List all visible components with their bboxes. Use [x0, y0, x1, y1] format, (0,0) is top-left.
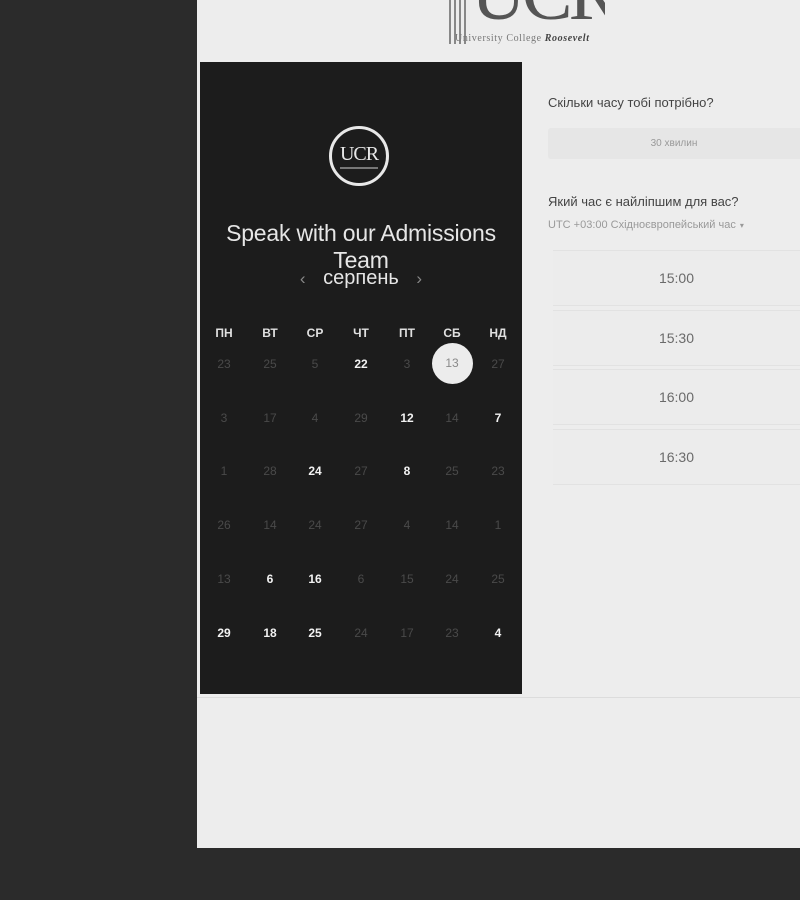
circle-logo-letters: UCR — [339, 143, 379, 165]
calendar-title: Speak with our Admissions Team — [226, 220, 496, 273]
unavailable-day: 23 — [445, 626, 459, 640]
unavailable-day: 4 — [403, 518, 411, 532]
weekday-label: ПТ — [399, 326, 415, 340]
circle-logo-tagline — [340, 167, 378, 169]
unavailable-day: 27 — [491, 357, 505, 371]
duration-button[interactable]: 30 хвилин — [548, 128, 800, 159]
unavailable-day: 25 — [263, 357, 277, 371]
unavailable-day: 28 — [263, 464, 277, 478]
unavailable-day: 14 — [263, 518, 277, 532]
unavailable-day: 23 — [491, 464, 505, 478]
unavailable-day: 6 — [357, 572, 365, 586]
unavailable-day: 3 — [403, 357, 411, 371]
unavailable-day: 1 — [494, 518, 502, 532]
weekday-label: ПН — [215, 326, 233, 340]
available-day[interactable]: 22 — [341, 357, 381, 371]
unavailable-day: 24 — [308, 518, 322, 532]
chevron-down-icon: ▾ — [739, 221, 744, 230]
unavailable-day: 24 — [445, 572, 459, 586]
month-label: серпень — [323, 267, 399, 289]
duration-question: Скільки часу тобі потрібно? — [548, 95, 714, 110]
month-navigation: ‹ серпень › — [200, 267, 522, 290]
unavailable-day: 29 — [354, 411, 368, 425]
unavailable-day: 4 — [311, 411, 319, 425]
weekday-label: ВТ — [262, 326, 278, 340]
divider — [197, 697, 800, 698]
available-day[interactable]: 18 — [250, 626, 290, 640]
unavailable-day: 27 — [354, 518, 368, 532]
time-slot-button[interactable]: 15:30 — [553, 309, 800, 366]
weekday-label: ЧТ — [353, 326, 369, 340]
unavailable-day: 25 — [445, 464, 459, 478]
unavailable-day: 23 — [217, 357, 231, 371]
available-day[interactable]: 12 — [387, 411, 427, 425]
weekday-label: НД — [489, 326, 507, 340]
time-slot-button[interactable]: 15:00 — [553, 250, 800, 306]
weekday-label: СБ — [443, 326, 461, 340]
unavailable-day: 27 — [354, 464, 368, 478]
selected-day[interactable]: 13 — [431, 343, 473, 384]
ucr-header-logo: UCR University College Roosevelt — [445, 0, 605, 48]
timezone-select[interactable]: UTC +03:00 Східноєвропейський час ▾ — [548, 219, 744, 231]
logo-mark: UCR — [471, 0, 605, 32]
unavailable-day: 14 — [445, 518, 459, 532]
unavailable-day: 5 — [311, 357, 319, 371]
unavailable-day: 14 — [445, 411, 459, 425]
ucr-circle-logo: UCR — [329, 126, 389, 186]
available-day[interactable]: 29 — [204, 626, 244, 640]
available-day[interactable]: 24 — [295, 464, 335, 478]
available-day[interactable]: 4 — [478, 626, 518, 640]
unavailable-day: 13 — [217, 572, 231, 586]
unavailable-day: 25 — [491, 572, 505, 586]
logo-subtitle: University College Roosevelt — [455, 33, 590, 44]
unavailable-day: 15 — [400, 572, 414, 586]
weekday-label: СР — [306, 326, 324, 340]
unavailable-day: 24 — [354, 626, 368, 640]
available-day[interactable]: 16 — [295, 572, 335, 586]
unavailable-day: 3 — [220, 411, 228, 425]
available-day[interactable]: 25 — [295, 626, 335, 640]
available-day[interactable]: 7 — [478, 411, 518, 425]
time-question: Який час є найліпшим для вас? — [548, 194, 739, 209]
calendar-panel: UCR Speak with our Admissions Team ‹ сер… — [200, 62, 522, 694]
next-month-icon[interactable]: › — [404, 269, 434, 288]
unavailable-day: 26 — [217, 518, 231, 532]
time-slot-button[interactable]: 16:30 — [553, 428, 800, 485]
unavailable-day: 1 — [220, 464, 228, 478]
logo-subtitle-italic: Roosevelt — [544, 33, 590, 44]
time-slot-list: 15:00 15:30 16:00 16:30 — [553, 250, 800, 488]
time-slot-button[interactable]: 16:00 — [553, 369, 800, 425]
timezone-label: UTC +03:00 Східноєвропейський час — [548, 219, 736, 231]
logo-subtitle-text: University College — [455, 33, 542, 44]
unavailable-day: 17 — [400, 626, 414, 640]
available-day[interactable]: 8 — [387, 464, 427, 478]
prev-month-icon[interactable]: ‹ — [288, 269, 318, 288]
unavailable-day: 17 — [263, 411, 277, 425]
available-day[interactable]: 6 — [250, 572, 290, 586]
